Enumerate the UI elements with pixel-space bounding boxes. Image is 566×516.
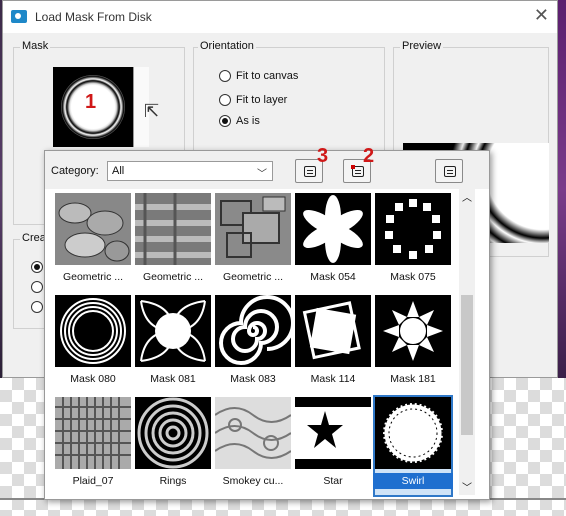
folder-icon [444, 166, 456, 177]
scrollbar-thumb[interactable] [461, 295, 473, 435]
mask-tile[interactable]: Mask 181 [375, 295, 451, 393]
category-value: All [112, 165, 125, 177]
mask-tile-label: Geometric ... [142, 271, 204, 283]
mask-group-label: Mask [20, 40, 51, 52]
mask-tile-label: Smokey cu... [222, 475, 284, 487]
mask-tile-label: Mask 075 [390, 271, 436, 283]
mask-tile-label: Mask 114 [310, 373, 356, 385]
mask-tile[interactable]: Plaid_07 [55, 397, 131, 495]
mask-tile[interactable]: Star [295, 397, 371, 495]
radio-label: Fit to canvas [236, 70, 299, 82]
mouse-cursor-icon: ⇱ [144, 101, 160, 121]
radio-button[interactable] [219, 115, 231, 127]
mask-tile[interactable]: Smokey cu... [215, 397, 291, 495]
geometric-2-icon [135, 193, 211, 265]
radio-label: Fit to layer [236, 94, 288, 106]
mask-tile-label: Geometric ... [222, 271, 284, 283]
mask-tile-selected[interactable]: Swirl [373, 395, 453, 497]
preview-group-label: Preview [400, 40, 444, 52]
gallery-scrollbar[interactable]: ︿ ﹀ [459, 189, 475, 495]
geometric-1-icon [55, 193, 131, 265]
mask-tile-label: Swirl [373, 473, 453, 489]
sun-icon [375, 295, 451, 367]
tilted-squares-icon [295, 295, 371, 367]
swirl-icon [375, 397, 451, 469]
mask-gallery-popup: Category: All ﹀ 3 2 Geometric ... Geomet… [44, 145, 490, 500]
mask-tile[interactable]: Mask 083 [215, 295, 291, 393]
spiral-icon [215, 295, 291, 367]
create-radio-1[interactable] [31, 261, 43, 273]
mask-thumbnail-grid: Geometric ... Geometric ... Geometric ..… [55, 193, 455, 497]
gallery-toolbar: Category: All ﹀ [45, 151, 489, 189]
mask-tile[interactable]: Geometric ... [55, 193, 131, 291]
annotation-2: 2 [363, 145, 375, 167]
mask-tile-label: Mask 080 [70, 373, 116, 385]
close-icon[interactable]: ✕ [534, 5, 549, 26]
mask-tile[interactable]: Geometric ... [135, 193, 211, 291]
mask-tile-label: Mask 054 [310, 271, 356, 283]
mask-tile[interactable]: Mask 114 [295, 295, 371, 393]
radio-fit-to-layer[interactable]: Fit to layer [219, 94, 287, 106]
radio-button[interactable] [219, 70, 231, 82]
annotation-3: 3 [317, 145, 329, 167]
orientation-group-label: Orientation [198, 40, 256, 52]
mask-tile[interactable]: Mask 075 [375, 193, 451, 291]
mask-tile[interactable]: Mask 080 [55, 295, 131, 393]
mask-tile-label: Mask 181 [390, 373, 436, 385]
concentric-circle-icon [55, 295, 131, 367]
geometric-3-icon [215, 193, 291, 265]
flower-icon [295, 193, 371, 265]
radio-label: As is [236, 115, 260, 127]
plaid-icon [55, 397, 131, 469]
folder-icon [304, 166, 316, 177]
chevron-up-icon[interactable]: ︿ [459, 189, 475, 205]
mask-tile[interactable]: Rings [135, 397, 211, 495]
camera-icon [11, 10, 27, 23]
annotation-1: 1 [85, 91, 97, 113]
rings-icon [135, 397, 211, 469]
mask-tile-label: Mask 083 [230, 373, 276, 385]
chevron-down-icon: ﹀ [257, 169, 267, 180]
dot-ring-icon [375, 193, 451, 265]
radio-fit-to-canvas[interactable]: Fit to canvas [219, 70, 298, 82]
mask-tile-label: Rings [159, 475, 187, 487]
file-locations-button[interactable] [435, 159, 463, 183]
mask-tile[interactable]: Geometric ... [215, 193, 291, 291]
star-icon [295, 397, 371, 469]
title-bar: Load Mask From Disk ✕ [3, 1, 557, 33]
chevron-down-icon[interactable]: ﹀ [459, 479, 475, 495]
window-title: Load Mask From Disk [35, 10, 152, 24]
category-dropdown[interactable]: All ﹀ [107, 161, 273, 181]
mask-tile[interactable]: Mask 054 [295, 193, 371, 291]
create-radio-2[interactable] [31, 281, 43, 293]
mask-tile-label: Plaid_07 [72, 475, 114, 487]
smoke-icon [215, 397, 291, 469]
petals-icon [135, 295, 211, 367]
radio-as-is[interactable]: As is [219, 115, 260, 127]
mask-tile-label: Star [323, 475, 343, 487]
mask-tile-label: Geometric ... [62, 271, 124, 283]
mask-tile[interactable]: Mask 081 [135, 295, 211, 393]
radio-button[interactable] [219, 94, 231, 106]
mask-tile-label: Mask 081 [150, 373, 196, 385]
create-radio-3[interactable] [31, 301, 43, 313]
category-label: Category: [51, 165, 99, 177]
